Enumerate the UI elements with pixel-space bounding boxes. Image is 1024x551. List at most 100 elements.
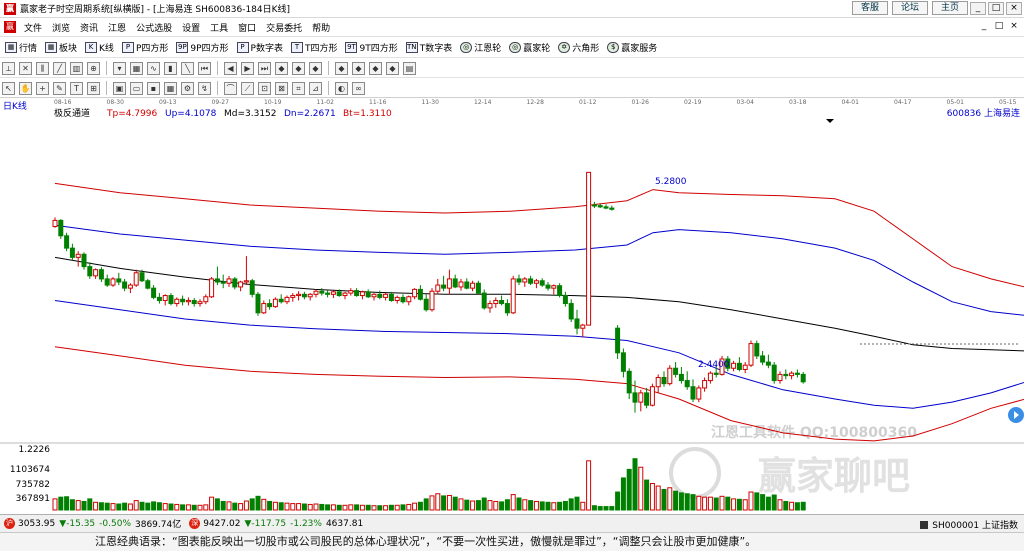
diamond-3-icon[interactable]: ◆ — [309, 61, 322, 75]
toolbar-item-3[interactable]: P P四方形 — [121, 41, 168, 54]
tilde-icon[interactable]: ∿ — [147, 61, 160, 75]
volume-bar — [736, 498, 742, 511]
menu-tools[interactable]: 工具 — [205, 21, 233, 34]
candle-body — [493, 299, 499, 305]
dropdown-icon[interactable]: ▾ — [113, 61, 126, 75]
bars-icon[interactable]: ▥ — [70, 61, 83, 75]
link-customer-service[interactable]: 客服 — [851, 1, 888, 15]
next-icon[interactable]: ▶ — [241, 61, 254, 75]
candle-body — [458, 281, 464, 288]
diamond-5-icon[interactable]: ◆ — [352, 61, 365, 75]
volume-bar — [261, 498, 267, 511]
grid-icon[interactable]: ▦ — [130, 61, 143, 75]
menu-trade[interactable]: 交易委托 — [261, 21, 307, 34]
close-button[interactable]: × — [1006, 2, 1022, 15]
diamond-7-icon[interactable]: ◆ — [386, 61, 399, 75]
pencil-icon[interactable]: ✎ — [53, 81, 66, 95]
diamond-2-icon[interactable]: ◆ — [292, 61, 305, 75]
diamond-4-icon[interactable]: ◆ — [335, 61, 348, 75]
dropdown-arrow-icon[interactable] — [826, 119, 834, 123]
volume-tick-1: 1103674 — [10, 465, 50, 475]
calc-icon[interactable]: ▦ — [164, 81, 177, 95]
text-icon[interactable]: T — [70, 81, 83, 95]
toolbar-item-7[interactable]: 9T 9T四方形 — [345, 41, 398, 54]
table-icon[interactable]: ▤ — [403, 61, 416, 75]
date-tick-label: 05-15 — [999, 99, 1017, 106]
menu-bar: 赢 文件 浏览 资讯 江恩 公式选股 设置 工具 窗口 交易委托 帮助 _ □ … — [0, 18, 1024, 37]
first-icon[interactable]: ⏮ — [198, 61, 211, 75]
service-icon: $ — [607, 42, 620, 53]
toolbar-item-10[interactable]: ◎ 赢家轮 — [509, 41, 550, 54]
draw-a-icon[interactable]: ↯ — [198, 81, 211, 95]
menu-help[interactable]: 帮助 — [307, 21, 335, 34]
draw-f-icon[interactable]: ⌗ — [292, 81, 305, 95]
cross-icon[interactable]: ✕ — [19, 61, 32, 75]
candle-body — [591, 204, 597, 207]
floppy-icon[interactable]: ▪ — [147, 81, 160, 95]
menu-settings[interactable]: 设置 — [177, 21, 205, 34]
cross2-icon[interactable]: + — [36, 81, 49, 95]
bar-icon[interactable]: ▮ — [164, 61, 177, 75]
candle-body — [528, 278, 534, 284]
status-right[interactable]: SH000001 上证指数 — [920, 518, 1018, 531]
draw-d-icon[interactable]: ⊡ — [258, 81, 271, 95]
sh-index-icon: 沪 — [4, 518, 15, 529]
draw-g-icon[interactable]: ⊿ — [309, 81, 322, 95]
minimize-button[interactable]: _ — [970, 2, 986, 15]
draw-b-icon[interactable]: ⌒ — [224, 81, 237, 95]
toolbar-item-6[interactable]: T T四方形 — [290, 41, 337, 54]
line-tool-icon[interactable]: ╲ — [181, 61, 194, 75]
arrow-icon[interactable]: ⟂ — [2, 61, 15, 75]
maximize-button[interactable]: □ — [988, 2, 1004, 15]
candle-body — [87, 266, 93, 277]
link-home[interactable]: 主页 — [931, 1, 968, 15]
cursor-icon[interactable]: ↖ — [2, 81, 15, 95]
link-forum[interactable]: 论坛 — [891, 1, 928, 15]
toolbar-item-5[interactable]: P P数字表 — [236, 41, 283, 54]
infinity-icon[interactable]: ∞ — [352, 81, 365, 95]
toolbar-item-11[interactable]: ✡ 六角形 — [558, 41, 599, 54]
chart-a-icon[interactable]: ⊞ — [87, 81, 100, 95]
mdi-minimize-button[interactable]: _ — [978, 21, 990, 32]
toolbar-item-9[interactable]: ◎ 江恩轮 — [460, 41, 501, 54]
candle-body — [52, 219, 58, 228]
toolbar-item-12[interactable]: $ 赢家服务 — [607, 41, 657, 54]
volume-bar — [783, 500, 789, 511]
param-bt: Bt=1.3110 — [343, 109, 392, 119]
chart-b-icon[interactable]: ▣ — [113, 81, 126, 95]
toolbar-item-2[interactable]: K K线 — [85, 41, 114, 54]
monitor-icon[interactable]: ▭ — [130, 81, 143, 95]
toolbar-item-8[interactable]: TN T数字表 — [405, 41, 452, 54]
line-icon[interactable]: ╱ — [53, 61, 66, 75]
candle-body — [690, 386, 696, 400]
toolbar-item-0[interactable]: ▦ 行情 — [5, 41, 37, 54]
toolbar-item-1[interactable]: ▦ 板块 — [45, 41, 77, 54]
prev-icon[interactable]: ◀ — [224, 61, 237, 75]
watermark: 江恩工具软件 QQ:100800360 赢家聊吧 — [669, 424, 917, 499]
candle-icon[interactable]: ⫼ — [36, 61, 49, 75]
draw-c-icon[interactable]: ⟋ — [241, 81, 254, 95]
kline-chart[interactable]: 日K线 08-16 08-30 09-13 09-27 10-19 11-02 11-16 1… — [0, 98, 1024, 514]
candle-body — [371, 293, 377, 298]
last-icon[interactable]: ⏭ — [258, 61, 271, 75]
menu-formula-screen[interactable]: 公式选股 — [131, 21, 177, 34]
toolbar-item-4[interactable]: 9P 9P四方形 — [176, 41, 229, 54]
candle-body — [261, 303, 267, 314]
tools-icon[interactable]: ⚙ — [181, 81, 194, 95]
diamond-1-icon[interactable]: ◆ — [275, 61, 288, 75]
menu-info[interactable]: 资讯 — [75, 21, 103, 34]
menu-file[interactable]: 文件 — [19, 21, 47, 34]
mdi-close-button[interactable]: × — [1008, 21, 1020, 32]
volume-bar — [742, 499, 748, 511]
diamond-6-icon[interactable]: ◆ — [369, 61, 382, 75]
draw-e-icon[interactable]: ⊠ — [275, 81, 288, 95]
kline-chart-area[interactable]: 日K线 08-16 08-30 09-13 09-27 10-19 11-02 11-16 1… — [0, 98, 1024, 514]
zoom-icon[interactable]: ⊕ — [87, 61, 100, 75]
hand-icon[interactable]: ✋ — [19, 81, 32, 95]
volume-bar — [226, 501, 232, 511]
menu-window[interactable]: 窗口 — [233, 21, 261, 34]
mdi-restore-button[interactable]: □ — [993, 21, 1005, 32]
menu-gann[interactable]: 江恩 — [103, 21, 131, 34]
globe-icon[interactable]: ◐ — [335, 81, 348, 95]
menu-browse[interactable]: 浏览 — [47, 21, 75, 34]
